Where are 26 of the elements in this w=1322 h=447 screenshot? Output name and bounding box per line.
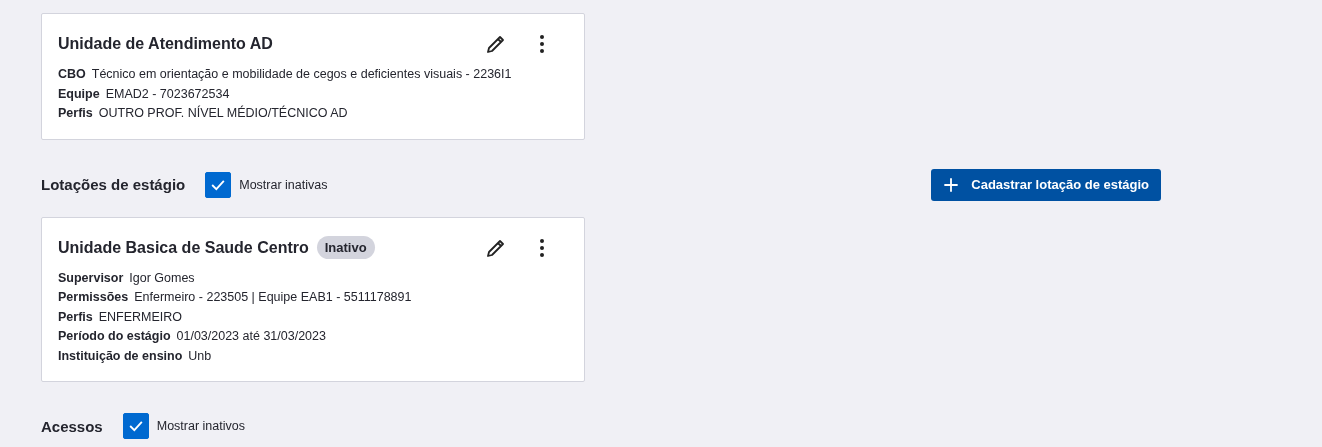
field-label: CBO [58,66,86,83]
card-title: Unidade Basica de Saude Centro [58,238,309,257]
section-title: Acessos [41,417,103,435]
status-badge: Inativo [316,236,375,259]
field-value: EMAD2 - 7023672534 [105,85,230,103]
section-title: Lotações de estágio [41,176,186,193]
checkbox[interactable] [205,171,232,198]
field-label: Perfis [58,308,93,326]
checkbox-label[interactable]: Mostrar inativos [156,419,245,433]
checkbox-label[interactable]: Mostrar inativas [239,177,328,192]
field-label: Período do estágio [58,328,171,345]
field-value: Igor Gomes [129,269,195,287]
field-value: ENFERMEIRO [98,308,183,326]
field-label: Perfis [58,105,93,122]
field-value: 01/03/2023 até 31/03/2023 [176,328,326,345]
checkbox[interactable] [122,413,149,439]
field-label: Equipe [58,85,100,103]
field-value: OUTRO PROF. NÍVEL MÉDIO/TÉCNICO AD [98,104,348,122]
field-label: Supervisor [58,269,124,287]
field-value: Técnico em orientação e mobilidade de cegos e deficientes visuais - 2236I1 [91,66,512,83]
add-button[interactable]: Cadastrar lotação de estágio [931,168,1161,201]
field-value: Unb [188,347,212,365]
field-value: Enfermeiro - 223505 | Equipe EAB1 - 5511178891 [134,289,412,306]
card-title: Unidade de Atendimento AD [58,35,273,53]
field-label: Permissões [58,289,129,306]
field-label: Instituição de ensino [58,347,183,365]
